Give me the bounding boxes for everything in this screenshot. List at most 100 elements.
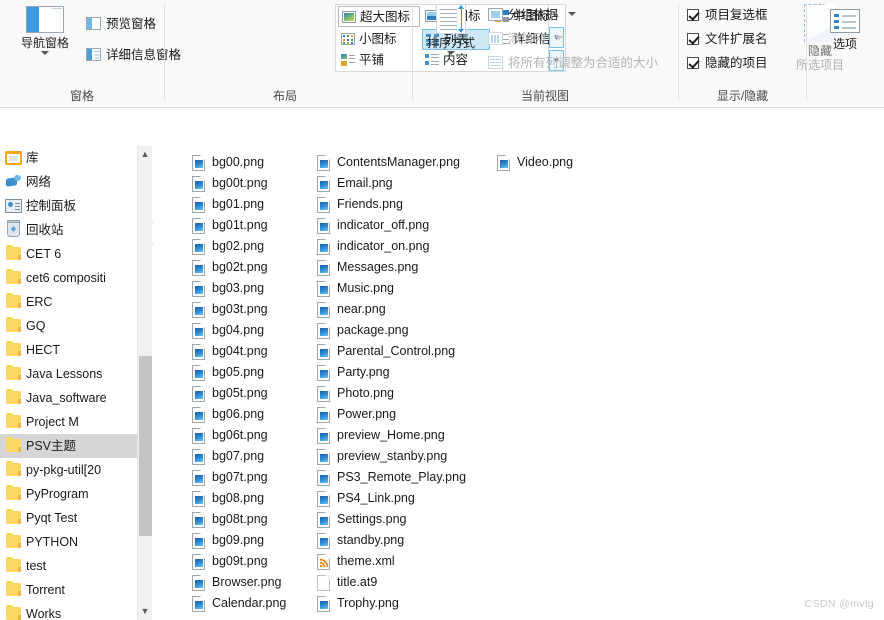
sidebar-item-label: ERC (26, 295, 53, 309)
item-checkboxes-toggle[interactable]: 项目复选框 (687, 5, 768, 26)
file-list-item[interactable]: indicator_off.png (315, 215, 500, 236)
file-list-item[interactable]: package.png (315, 320, 500, 341)
file-list-item[interactable]: bg07.png (190, 446, 320, 467)
sidebar-item[interactable]: PYTHON (0, 530, 137, 554)
file-list-item[interactable]: bg04t.png (190, 341, 320, 362)
sidebar-item[interactable]: ERC (0, 290, 137, 314)
navigation-pane-scrollbar[interactable]: ▲ ▼ (137, 146, 152, 620)
file-list-item[interactable]: Friends.png (315, 194, 500, 215)
file-list-item[interactable]: Trophy.png (315, 593, 500, 614)
sidebar-item[interactable]: Torrent (0, 578, 137, 602)
scroll-up-icon[interactable]: ▲ (138, 146, 152, 163)
png-file-icon (192, 554, 205, 570)
file-list-item[interactable]: bg08.png (190, 488, 320, 509)
sidebar-item[interactable]: Java_software (0, 386, 137, 410)
ribbon-group-show-hide: 项目复选框 文件扩展名 隐藏的项目 隐藏 所选项目 显示/隐藏 (679, 0, 844, 107)
file-list-item[interactable]: Email.png (315, 173, 500, 194)
file-list-item[interactable]: Video.png (495, 152, 645, 173)
file-name-label: package.png (337, 323, 409, 337)
checkbox-icon[interactable] (687, 33, 699, 45)
file-list-item[interactable]: ContentsManager.png (315, 152, 500, 173)
sidebar-item[interactable]: cet6 compositi (0, 266, 137, 290)
file-list-item[interactable]: Party.png (315, 362, 500, 383)
scroll-down-icon[interactable]: ▼ (138, 603, 152, 620)
scrollbar-thumb[interactable] (139, 356, 152, 536)
file-list-item[interactable]: near.png (315, 299, 500, 320)
file-list[interactable]: bg00.png bg00t.png bg01.png bg01t.png bg02.p… (153, 146, 884, 620)
file-list-item[interactable]: title.at9 (315, 572, 500, 593)
png-file-icon (317, 302, 330, 318)
sidebar-item[interactable]: GQ (0, 314, 137, 338)
checkbox-icon[interactable] (687, 57, 699, 69)
file-list-item[interactable]: bg04.png (190, 320, 320, 341)
file-list-item[interactable]: bg03t.png (190, 299, 320, 320)
layout-item-tiles[interactable]: 平铺 (338, 50, 420, 71)
sidebar-item[interactable]: PyProgram (0, 482, 137, 506)
file-list-item[interactable]: bg05t.png (190, 383, 320, 404)
sidebar-item[interactable]: Works (0, 602, 137, 620)
file-list-item[interactable]: bg02t.png (190, 257, 320, 278)
file-list-item[interactable]: PS4_Link.png (315, 488, 500, 509)
file-list-item[interactable]: bg06t.png (190, 425, 320, 446)
sidebar-item[interactable]: Java Lessons (0, 362, 137, 386)
sidebar-item-label: Java_software (26, 391, 107, 405)
file-list-item[interactable]: bg07t.png (190, 467, 320, 488)
sidebar-item[interactable]: Pyqt Test (0, 506, 137, 530)
folder-icon (6, 317, 21, 332)
file-list-item[interactable]: bg09t.png (190, 551, 320, 572)
sidebar-item-label: 控制面板 (26, 199, 77, 213)
file-list-item[interactable]: Music.png (315, 278, 500, 299)
file-list-item[interactable]: preview_Home.png (315, 425, 500, 446)
sidebar-item[interactable]: test (0, 554, 137, 578)
file-list-item[interactable]: standby.png (315, 530, 500, 551)
file-list-item[interactable]: bg01.png (190, 194, 320, 215)
sidebar-item[interactable]: py-pkg-util[20 (0, 458, 137, 482)
options-button[interactable]: 选项 (815, 9, 875, 51)
sidebar-item[interactable]: 库 (0, 146, 137, 170)
file-list-item[interactable]: bg09.png (190, 530, 320, 551)
layout-item-extra-large-icons[interactable]: 超大图标 (338, 6, 420, 27)
checkbox-icon[interactable] (687, 9, 699, 21)
file-list-item[interactable]: Messages.png (315, 257, 500, 278)
sidebar-item[interactable]: CET 6 (0, 242, 137, 266)
group-by-button[interactable]: 分组依据 (488, 5, 576, 26)
sidebar-item[interactable]: 网络 (0, 170, 137, 194)
navigation-pane[interactable]: 库网络 控制面板 回收站 CET 6 cet6 compositi ERC GQ HECT Ja… (0, 146, 137, 620)
sidebar-item[interactable]: HECT (0, 338, 137, 362)
file-name-label: theme.xml (337, 554, 395, 568)
sort-icon (436, 4, 466, 34)
file-list-item[interactable]: bg05.png (190, 362, 320, 383)
size-all-columns-button[interactable]: 将所有列调整为合适的大小 (488, 53, 658, 74)
navigation-pane-button[interactable]: 导航窗格 (10, 6, 80, 55)
sidebar-item[interactable]: PSV主题 (0, 434, 137, 458)
preview-pane-button[interactable]: 预览窗格 (86, 14, 156, 35)
layout-item-small-icons[interactable]: 小图标 (338, 29, 420, 50)
file-name-label: near.png (337, 302, 386, 316)
file-list-item[interactable]: bg01t.png (190, 215, 320, 236)
file-list-item[interactable]: theme.xml (315, 551, 500, 572)
file-list-item[interactable]: Settings.png (315, 509, 500, 530)
sidebar-item[interactable]: 控制面板 (0, 194, 137, 218)
sidebar-item[interactable]: 回收站 (0, 218, 137, 242)
png-file-icon (317, 239, 330, 255)
file-list-item[interactable]: bg06.png (190, 404, 320, 425)
file-list-item[interactable]: Photo.png (315, 383, 500, 404)
file-extensions-toggle[interactable]: 文件扩展名 (687, 29, 768, 50)
file-name-label: bg06t.png (212, 428, 268, 442)
file-list-item[interactable]: bg02.png (190, 236, 320, 257)
file-list-item[interactable]: Calendar.png (190, 593, 320, 614)
file-list-item[interactable]: indicator_on.png (315, 236, 500, 257)
file-list-item[interactable]: Browser.png (190, 572, 320, 593)
file-list-item[interactable]: preview_stanby.png (315, 446, 500, 467)
file-list-item[interactable]: PS3_Remote_Play.png (315, 467, 500, 488)
file-list-item[interactable]: Power.png (315, 404, 500, 425)
file-list-item[interactable]: bg03.png (190, 278, 320, 299)
sort-by-button[interactable]: 排序方式 (421, 4, 481, 55)
add-column-button[interactable]: 添加列 (488, 29, 563, 50)
file-list-item[interactable]: bg00t.png (190, 173, 320, 194)
sidebar-item[interactable]: Project M (0, 410, 137, 434)
file-list-item[interactable]: bg08t.png (190, 509, 320, 530)
file-list-item[interactable]: Parental_Control.png (315, 341, 500, 362)
hidden-items-toggle[interactable]: 隐藏的项目 (687, 53, 768, 74)
file-list-item[interactable]: bg00.png (190, 152, 320, 173)
